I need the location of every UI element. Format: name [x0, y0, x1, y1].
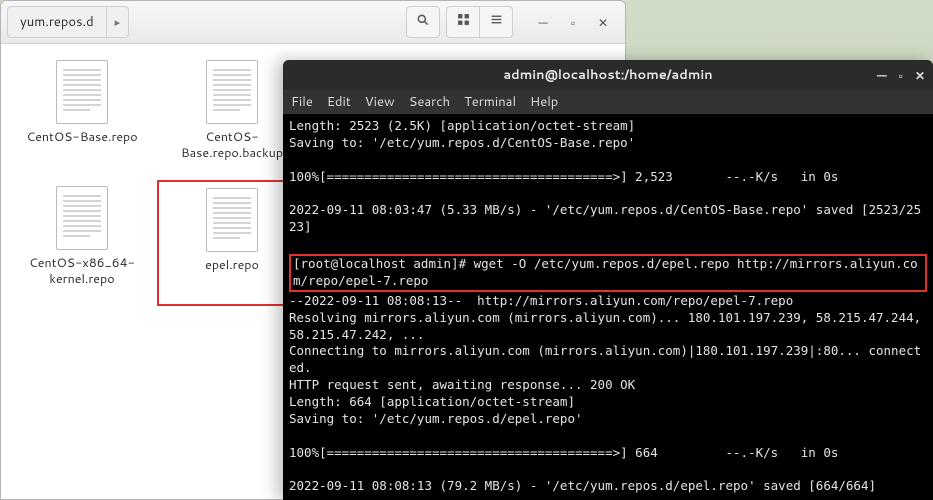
- menu-item-help[interactable]: Help: [530, 93, 558, 111]
- menu-item-search[interactable]: Search: [409, 93, 450, 111]
- maximize-button[interactable]: ▫: [563, 12, 583, 32]
- breadcrumb-segment[interactable]: yum.repos.d: [8, 7, 107, 37]
- text-file-icon: [56, 60, 108, 124]
- window-controls: ― ▫ ✕: [533, 12, 613, 32]
- file-manager-titlebar: yum.repos.d ▸ ― ▫ ✕: [1, 1, 625, 44]
- breadcrumb[interactable]: yum.repos.d ▸: [7, 6, 129, 38]
- chevron-right-icon[interactable]: ▸: [107, 8, 129, 36]
- text-file-icon: [206, 188, 258, 252]
- maximize-icon: ▫: [899, 67, 903, 84]
- close-button[interactable]: ✕: [593, 12, 613, 32]
- terminal-output[interactable]: Length: 2523 (2.5K) [application/octet-s…: [283, 114, 933, 500]
- search-icon: [416, 13, 430, 32]
- menu-item-file[interactable]: File: [291, 93, 313, 111]
- file-label: CentOS-x86_64-kernel.repo: [17, 256, 147, 287]
- menu-item-edit[interactable]: Edit: [327, 93, 351, 111]
- terminal-window-controls: ― ▫ ✕: [877, 67, 925, 84]
- search-button[interactable]: [406, 6, 440, 38]
- file-label: CentOS-Base.repo.backup: [167, 130, 297, 161]
- text-file-icon: [206, 60, 258, 124]
- minimize-icon: ―: [538, 14, 547, 31]
- menu-item-view[interactable]: View: [365, 93, 395, 111]
- terminal-menubar: File Edit View Search Terminal Help: [283, 90, 933, 114]
- terminal-title: admin@localhost:/home/admin: [503, 66, 712, 84]
- close-button[interactable]: ✕: [915, 67, 925, 84]
- highlighted-command: [root@localhost admin]# wget -O /etc/yum…: [289, 254, 927, 292]
- minimize-button[interactable]: ―: [877, 67, 887, 84]
- file-item[interactable]: CentOS-Base.repo: [7, 54, 157, 180]
- menu-item-terminal[interactable]: Terminal: [464, 93, 516, 111]
- view-grid-button[interactable]: [446, 6, 479, 38]
- maximize-icon: ▫: [571, 14, 575, 31]
- maximize-button[interactable]: ▫: [899, 67, 903, 84]
- terminal-text-after: --2022-09-11 08:08:13-- http://mirrors.a…: [289, 293, 929, 494]
- text-file-icon: [56, 186, 108, 250]
- close-icon: ✕: [598, 14, 608, 31]
- view-switch: [446, 6, 513, 38]
- terminal-text-before: Length: 2523 (2.5K) [application/octet-s…: [289, 118, 921, 234]
- list-icon: [490, 13, 503, 31]
- minimize-button[interactable]: ―: [533, 12, 553, 32]
- file-label: epel.repo: [205, 258, 259, 274]
- minimize-icon: ―: [877, 67, 887, 84]
- file-item[interactable]: CentOS-x86_64-kernel.repo: [7, 180, 157, 306]
- close-icon: ✕: [915, 67, 925, 84]
- terminal-titlebar[interactable]: admin@localhost:/home/admin ― ▫ ✕: [283, 60, 933, 90]
- terminal-window: admin@localhost:/home/admin ― ▫ ✕ File Ed…: [283, 60, 933, 500]
- view-list-button[interactable]: [479, 6, 513, 38]
- file-label: CentOS-Base.repo: [26, 130, 137, 146]
- grid-icon: [457, 13, 470, 31]
